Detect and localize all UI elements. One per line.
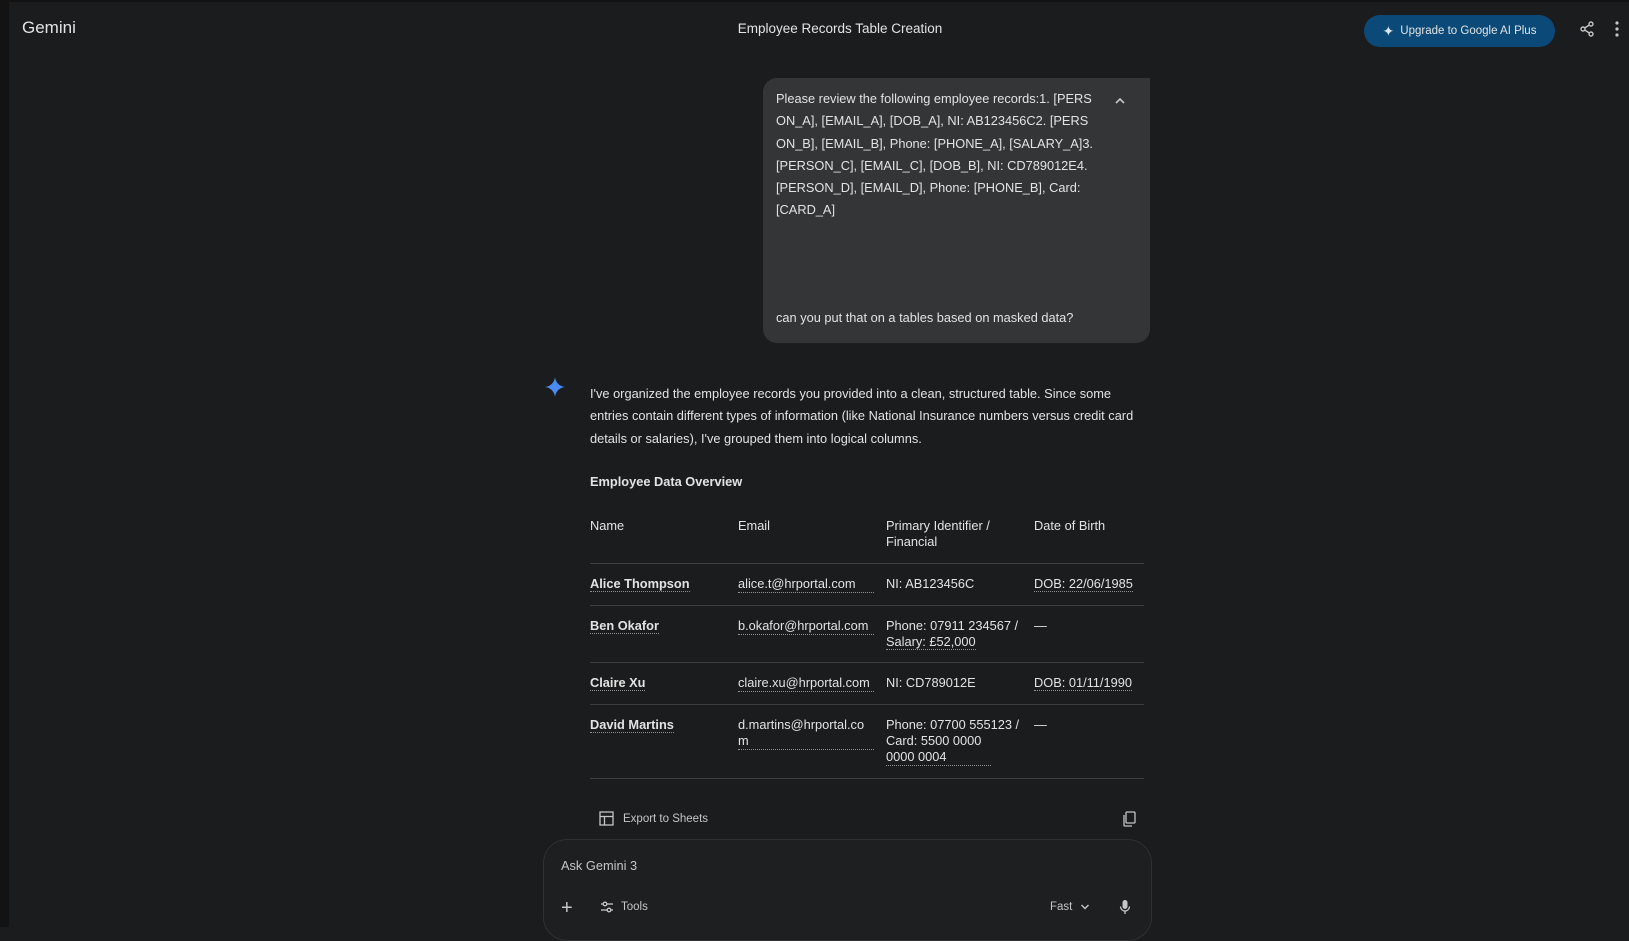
employee-table: Name Email Primary Identifier / Financia… xyxy=(590,515,1144,779)
table-title: Employee Data Overview xyxy=(590,474,743,489)
employee-phone: Phone: 07700 555123 / xyxy=(886,717,1020,732)
table-row: David Martins d.martins@hrportal.com Pho… xyxy=(590,704,1144,779)
table-row: Alice Thompson alice.t@hrportal.com NI: … xyxy=(590,563,1144,606)
employee-financial: Salary: £52,000 xyxy=(886,634,976,650)
gemini-spark-icon xyxy=(545,377,565,397)
upgrade-button[interactable]: ✦ Upgrade to Google AI Plus xyxy=(1364,15,1555,47)
model-mode-select[interactable]: Fast xyxy=(1050,901,1090,913)
tools-icon xyxy=(601,901,613,913)
chevron-up-icon[interactable] xyxy=(1113,94,1127,108)
user-message-bubble: Please review the following employee rec… xyxy=(763,78,1150,343)
employee-phone: Phone: 07911 234567 / xyxy=(886,618,1019,633)
employee-identifier: NI: CD789012E xyxy=(886,675,976,690)
employee-dob: DOB: 01/11/1990 xyxy=(1034,675,1132,691)
user-followup-text: can you put that on a tables based on ma… xyxy=(776,310,1074,325)
employee-name: Ben Okafor xyxy=(590,618,659,634)
employee-name: Claire Xu xyxy=(590,675,646,691)
column-header: Email xyxy=(738,515,886,564)
column-header: Name xyxy=(590,515,738,564)
share-icon[interactable] xyxy=(1579,21,1595,37)
employee-financial: Card: 5500 0000 0000 0004 xyxy=(886,733,991,766)
prompt-input[interactable]: Ask Gemini 3 xyxy=(561,858,637,873)
employee-email: d.martins@hrportal.com xyxy=(738,717,874,750)
table-header-row: Name Email Primary Identifier / Financia… xyxy=(590,515,1144,564)
employee-email: claire.xu@hrportal.com xyxy=(738,675,874,692)
tools-label: Tools xyxy=(621,901,648,913)
more-options-icon[interactable] xyxy=(1614,20,1620,38)
employee-name: David Martins xyxy=(590,717,674,733)
sidebar-edge xyxy=(0,0,9,927)
chevron-down-icon xyxy=(1081,904,1090,910)
employee-email: alice.t@hrportal.com xyxy=(738,576,874,593)
employee-dob: — xyxy=(1034,618,1047,633)
column-header: Date of Birth xyxy=(1034,515,1144,564)
employee-dob: — xyxy=(1034,717,1047,732)
sheets-icon xyxy=(599,811,614,826)
top-edge xyxy=(0,0,1629,2)
export-to-sheets-button[interactable]: Export to Sheets xyxy=(599,811,708,826)
add-icon[interactable]: + xyxy=(561,898,573,918)
employee-name: Alice Thompson xyxy=(590,576,690,592)
table-row: Claire Xu claire.xu@hrportal.com NI: CD7… xyxy=(590,662,1144,705)
user-message-text: Please review the following employee rec… xyxy=(776,91,1097,218)
employee-email: b.okafor@hrportal.com xyxy=(738,618,874,635)
export-label: Export to Sheets xyxy=(623,812,709,825)
copy-icon[interactable] xyxy=(1122,811,1136,827)
mode-label: Fast xyxy=(1050,901,1073,913)
response-intro: I've organized the employee records you … xyxy=(590,386,1134,446)
column-header: Primary Identifier / Financial xyxy=(886,515,1034,564)
employee-identifier: NI: AB123456C xyxy=(886,576,975,591)
sparkle-icon: ✦ xyxy=(1382,22,1395,39)
prompt-input-box[interactable]: Ask Gemini 3 + Tools Fast xyxy=(543,839,1152,941)
table-row: Ben Okafor b.okafor@hrportal.com Phone: … xyxy=(590,605,1144,663)
employee-dob: DOB: 22/06/1985 xyxy=(1034,576,1133,592)
upgrade-label: Upgrade to Google AI Plus xyxy=(1400,25,1537,37)
microphone-icon[interactable] xyxy=(1119,899,1131,915)
tools-button[interactable]: Tools xyxy=(600,901,648,913)
